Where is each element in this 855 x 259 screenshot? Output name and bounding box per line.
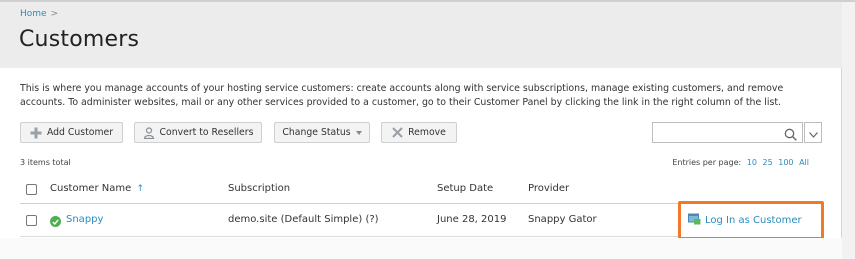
entries-option-all[interactable]: All: [799, 158, 809, 167]
search-icon[interactable]: [784, 126, 797, 145]
check-circle-icon: [50, 216, 61, 227]
change-status-button[interactable]: Change Status: [274, 122, 370, 143]
entries-option-100[interactable]: 100: [778, 158, 793, 167]
customer-name-link[interactable]: Snappy: [66, 214, 103, 225]
entries-per-page: Entries per page: 10 25 100 All: [672, 158, 809, 167]
remove-button[interactable]: Remove: [381, 122, 457, 143]
reseller-icon: [143, 126, 155, 139]
column-subscription[interactable]: Subscription: [228, 183, 290, 194]
column-customer-name[interactable]: Customer Name ↑: [50, 183, 144, 194]
add-customer-label: Add Customer: [46, 127, 114, 138]
remove-icon: [392, 127, 403, 138]
entries-option-10[interactable]: 10: [747, 158, 757, 167]
customer-panel-icon: [688, 213, 701, 228]
top-divider: [0, 0, 855, 2]
search-input[interactable]: [653, 126, 781, 146]
column-setup-date[interactable]: Setup Date: [437, 183, 493, 194]
table-header: Customer Name ↑ Subscription Setup Date …: [20, 176, 823, 204]
dropdown-caret-icon: [355, 130, 362, 135]
page-description: This is where you manage accounts of you…: [20, 83, 784, 108]
change-status-label: Change Status: [282, 127, 351, 138]
column-customer-name-label: Customer Name: [50, 183, 132, 194]
provider-cell: Snappy Gator: [528, 214, 597, 225]
entries-per-page-label: Entries per page:: [672, 158, 742, 167]
entries-option-25[interactable]: 25: [763, 158, 773, 167]
page-content: Home > Customers This is where you manage…: [0, 0, 855, 259]
convert-to-resellers-label: Convert to Resellers: [159, 127, 254, 138]
search-field: [652, 122, 803, 146]
page-title: Customers: [19, 27, 140, 52]
add-user-icon: [30, 127, 42, 139]
convert-to-resellers-button[interactable]: Convert to Resellers: [134, 122, 262, 143]
chevron-down-icon: [808, 123, 818, 142]
items-total: 3 items total: [20, 158, 71, 167]
breadcrumb-home-link[interactable]: Home: [20, 9, 47, 19]
select-all-checkbox[interactable]: [26, 184, 37, 195]
log-in-as-customer-label: Log In as Customer: [705, 215, 802, 226]
column-provider[interactable]: Provider: [528, 183, 569, 194]
add-customer-button[interactable]: Add Customer: [20, 122, 123, 143]
log-in-as-customer-link[interactable]: Log In as Customer: [678, 201, 824, 240]
page-footer-area: [0, 238, 842, 259]
setup-date-cell: June 28, 2019: [437, 214, 507, 225]
breadcrumb: Home >: [20, 9, 58, 19]
search-options-toggle[interactable]: [804, 122, 822, 143]
breadcrumb-separator: >: [50, 9, 59, 19]
row-checkbox[interactable]: [26, 215, 37, 226]
sort-ascending-icon: ↑: [136, 184, 144, 194]
subscription-cell: demo.site (Default Simple) (?): [228, 214, 379, 225]
remove-label: Remove: [408, 127, 446, 138]
